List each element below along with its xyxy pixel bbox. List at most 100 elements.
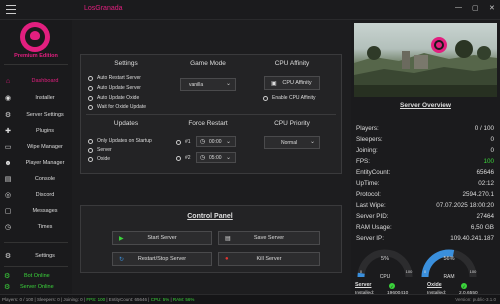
oxide-version-heading: Oxide [427,282,442,288]
sidebar-item-label: Plugins [35,128,55,134]
auto-update-server-radio[interactable]: Auto Update Server [88,85,141,91]
overview-row-players: Players: 0 / 100 [356,125,494,132]
sidebar-item-wipe-manager[interactable]: ▭ Wipe Manager [0,139,72,155]
ram-gauge-value: 56% [443,256,455,262]
discord-icon: ◎ [4,192,12,199]
kill-icon: ● [225,256,229,262]
restart-1-time: 00:00 [209,138,222,145]
overview-row-uptime: UpTime: 02:12 [356,180,494,187]
console-icon: ▤ [4,176,12,183]
restart-icon: ↻ [119,256,125,263]
radio-label: Wait for Oxide Update [97,104,147,110]
close-button[interactable]: ✕ [489,4,495,12]
sidebar-item-times[interactable]: ◷ Times [0,219,72,235]
sidebar: Premium Edition ⌂ Dashboard ◉ Installer … [0,20,72,294]
chevron-down-icon: ⌄ [225,139,231,145]
divider [4,242,68,243]
restart-stop-label: Restart/Stop Server [137,256,187,262]
updates-heading: Updates [113,120,139,127]
sidebar-item-label: Player Manager [25,160,65,166]
cpu-affinity-button-label: CPU Affinity [282,80,312,86]
save-server-button[interactable]: ▤ Save Server [218,231,320,245]
start-server-button[interactable]: ▶ Start Server [112,231,212,245]
restart-2-time-select[interactable]: ◷ 05:00 ⌄ [196,152,236,163]
update-server-radio[interactable]: Server [88,147,112,153]
cpu-gauge-label: CPU [379,274,391,280]
overview-row-sleepers: Sleepers: 0 [356,136,494,143]
sidebar-item-installer[interactable]: ◉ Installer [0,90,72,106]
minimize-button[interactable]: — [455,4,462,11]
status-bar: Players: 0 / 100 | Sleepers: 0 | Joining… [0,294,500,304]
enable-cpu-affinity-radio[interactable]: Enable CPU Affinity [263,95,316,101]
status-ram: RAM: 56% [172,297,195,302]
overview-row-joining: Joining: 0 [356,147,494,154]
kill-server-label: Kill Server [256,256,282,262]
clock-icon: ◷ [200,139,206,145]
sidebar-item-server-settings[interactable]: ⚙ Server Settings [0,107,72,123]
radio-label: Only Updates on Startup [97,138,152,144]
sidebar-item-label: Server Settings [26,112,64,118]
cpu-priority-value: Normal [281,139,298,146]
oxide-version-ok-icon: ✓ [461,283,467,289]
sidebar-item-label: Installer [35,95,55,101]
clock-icon: ◷ [200,155,206,161]
app-version: Version: public-3.1.0 [455,297,496,302]
radio-label: Enable CPU Affinity [272,95,316,101]
players-icon: ☻ [4,159,12,167]
sidebar-item-plugins[interactable]: ✚ Plugins [0,123,72,139]
radio-label: Server [97,147,112,153]
status-entitycount: EntityCount: 65646 [108,297,148,302]
save-server-label: Save Server [253,235,285,241]
messages-icon: ▢ [4,208,12,215]
chevron-down-icon: ⌄ [309,139,315,145]
status-sleepers: Sleepers: 0 [36,297,60,302]
sidebar-item-dashboard[interactable]: ⌂ Dashboard [0,73,72,89]
sidebar-item-console[interactable]: ▤ Console [0,171,72,187]
restart-2-radio[interactable]: #2 [176,155,191,161]
kill-server-button[interactable]: ● Kill Server [218,252,320,266]
restart-1-radio[interactable]: #1 [176,139,191,145]
radio-label: #2 [185,155,191,161]
game-mode-value: vanilla [189,81,204,88]
auto-restart-server-radio[interactable]: Auto Restart Server [88,75,141,81]
maximize-button[interactable]: ▢ [472,4,479,12]
sidebar-item-player-manager[interactable]: ☻ Player Manager [0,155,72,171]
only-updates-startup-radio[interactable]: Only Updates on Startup [88,138,152,144]
wait-oxide-update-radio[interactable]: Wait for Oxide Update [88,104,146,110]
restart-stop-server-button[interactable]: ↻ Restart/Stop Server [112,252,212,266]
ram-gauge-max: 100 [469,269,477,274]
radio-label: Oxide [97,156,111,162]
status-cpu: CPU: 5% [150,297,170,302]
server-status: ⚙ Server Online [0,281,72,293]
radio-label: Auto Update Server [97,85,141,91]
sidebar-item-settings[interactable]: ⚙ Settings [0,248,72,264]
wipe-icon: ▭ [4,144,12,151]
settings-heading: Settings [114,60,138,67]
chevron-down-icon: ⌄ [225,155,231,161]
server-version-ok-icon: ✓ [389,283,395,289]
game-mode-select[interactable]: vanilla ⌄ [180,78,236,91]
home-icon: ⌂ [5,77,11,85]
hamburger-menu-icon[interactable] [6,5,16,14]
overview-row-ram-usage: RAM Usage: 6,50 GB [356,224,494,231]
cpu-affinity-button[interactable]: ▣ CPU Affinity [264,76,320,90]
bot-status-label: Bot Online [24,273,50,279]
divider [86,114,336,115]
status-fps: FPS: 100 [86,297,106,302]
auto-update-oxide-radio[interactable]: Auto Update Oxide [88,95,139,101]
play-icon: ▶ [119,235,124,242]
chevron-down-icon: ⌄ [225,81,231,87]
app-title: LosGranada [84,5,123,12]
radio-label: Auto Restart Server [97,75,141,81]
sidebar-item-discord[interactable]: ◎ Discord [0,187,72,203]
update-oxide-radio[interactable]: Oxide [88,156,110,162]
divider [4,64,68,65]
save-icon: ▤ [225,235,231,242]
gear-icon: ⚙ [4,253,12,260]
force-restart-heading: Force Restart [188,120,228,127]
cpu-icon: ▣ [271,80,277,87]
cpu-priority-select[interactable]: Normal ⌄ [264,136,320,149]
settings-icon: ⚙ [4,112,12,119]
sidebar-item-messages[interactable]: ▢ Messages [0,203,72,219]
restart-1-time-select[interactable]: ◷ 00:00 ⌄ [196,136,236,147]
